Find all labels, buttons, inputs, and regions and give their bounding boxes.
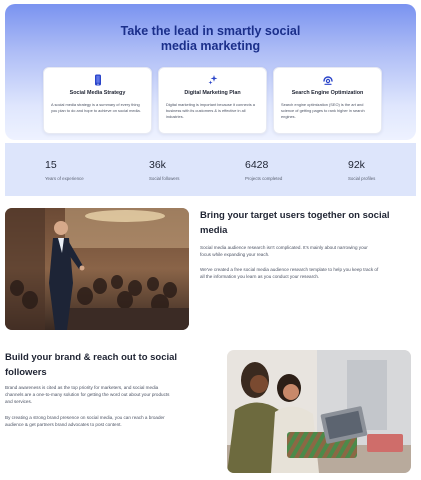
- stats-band: 15 Years of experience 36k Social follow…: [5, 143, 416, 196]
- text-line: Brand awareness is cited as the top prio…: [5, 385, 159, 390]
- text-line: channels are a one-to-many solution for …: [5, 392, 170, 398]
- stat-social-profiles: 92k Social profiles: [348, 159, 375, 181]
- women-laptop-photo: [227, 350, 411, 473]
- stat-label: Social profiles: [348, 176, 376, 181]
- feature-cards: Social Media Strategy A social media str…: [43, 67, 382, 134]
- hero-title-line1: Take the lead in smartly social: [120, 24, 301, 38]
- card-description: A social media strategy is a summary of …: [51, 102, 141, 113]
- section2-title-line2: followers: [5, 367, 47, 378]
- card-search-engine-optimization[interactable]: Search Engine Optimization Search engine…: [273, 67, 382, 134]
- conference-speaker-photo: [5, 208, 189, 330]
- text-line: By creating a strong brand presence on s…: [5, 415, 165, 420]
- card-title: Social Media Strategy: [69, 90, 126, 96]
- stat-value: 15: [45, 159, 57, 171]
- search-engine-icon: [322, 76, 333, 85]
- text-line: audience & get partners brand advocates …: [5, 422, 122, 428]
- hero-title: Take the lead in smartly social media ma…: [0, 24, 421, 54]
- section1-paragraph2: We've created a free social media audien…: [200, 266, 378, 280]
- text-line: Social media audience research isn't com…: [200, 245, 368, 250]
- text-line: all the information you learn as you con…: [200, 274, 320, 280]
- text-line: focus while expanding your reach.: [200, 252, 270, 258]
- card-description: Search engine optimization (SEO) is the …: [281, 102, 365, 119]
- stat-projects-completed: 6428 Projects completed: [245, 159, 282, 181]
- card-social-media-strategy[interactable]: Social Media Strategy A social media str…: [43, 67, 152, 134]
- stat-social-followers: 36k Social followers: [149, 159, 180, 181]
- card-digital-marketing-plan[interactable]: Digital Marketing Plan Digital marketing…: [158, 67, 267, 134]
- card-title: Search Engine Optimization: [291, 90, 364, 96]
- stat-years-experience: 15 Years of experience: [45, 159, 84, 181]
- stat-label: Projects completed: [245, 176, 283, 181]
- stat-label: Social followers: [149, 176, 180, 181]
- section2-title: Build your brand & reach out to social f…: [5, 350, 177, 380]
- sparkle-icon: [208, 75, 217, 85]
- text-line: and services.: [5, 399, 33, 405]
- card-title: Digital Marketing Plan: [184, 90, 241, 96]
- section1-title-line1: Bring your target users together on soci…: [200, 210, 390, 221]
- stat-label: Years of experience: [45, 176, 84, 181]
- card-description: Digital marketing is important because i…: [166, 102, 255, 119]
- section1-paragraph1: Social media audience research isn't com…: [200, 244, 368, 258]
- stat-value: 6428: [245, 159, 269, 171]
- text-line: We've created a free social media audien…: [200, 267, 379, 272]
- section2-paragraph2: By creating a strong brand presence on s…: [5, 414, 165, 428]
- phone-icon: [94, 74, 101, 86]
- stat-value: 92k: [348, 159, 365, 171]
- section1-title: Bring your target users together on soci…: [200, 208, 390, 238]
- section1-title-line2: media: [200, 225, 228, 236]
- stat-value: 36k: [149, 159, 166, 171]
- section2-title-line1: Build your brand & reach out to social: [5, 352, 178, 363]
- hero-title-line2: media marketing: [160, 39, 261, 53]
- section2-paragraph1: Brand awareness is cited as the top prio…: [5, 384, 169, 406]
